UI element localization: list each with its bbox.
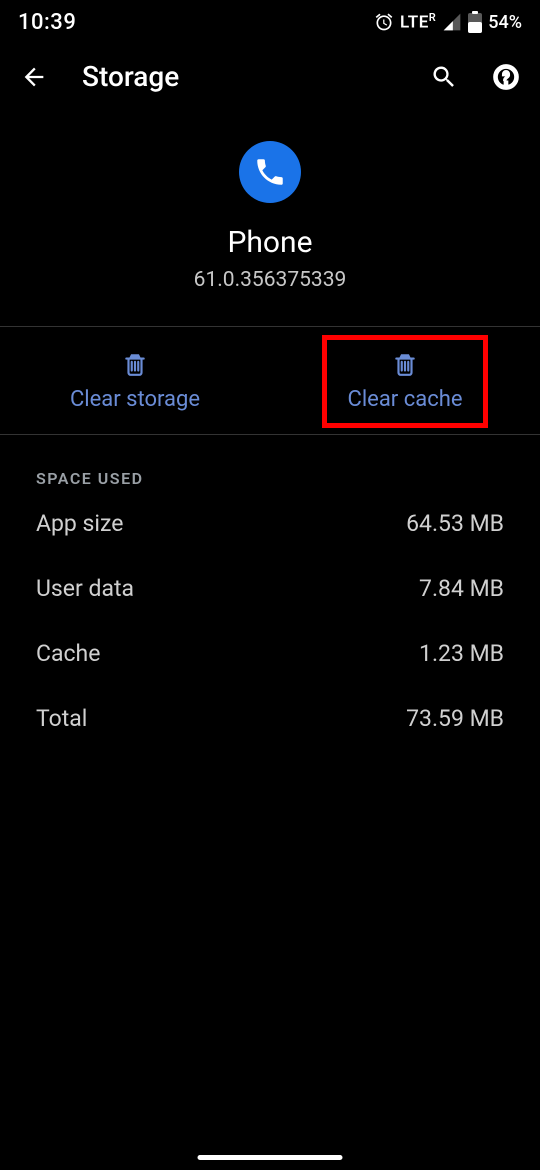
row-total: Total 73.59 MB xyxy=(36,705,504,732)
row-cache: Cache 1.23 MB xyxy=(36,640,504,667)
trash-icon xyxy=(392,351,418,377)
section-header: SPACE USED xyxy=(36,469,504,488)
space-used-section: SPACE USED App size 64.53 MB User data 7… xyxy=(0,435,540,732)
page-title: Storage xyxy=(82,60,396,93)
clear-storage-button[interactable]: Clear storage xyxy=(0,327,270,434)
app-header: Phone 61.0.356375339 xyxy=(0,113,540,326)
status-right: LTER 54% xyxy=(374,11,522,33)
row-app-size: App size 64.53 MB xyxy=(36,510,504,537)
battery-icon xyxy=(468,11,482,33)
row-value: 73.59 MB xyxy=(406,705,504,732)
phone-icon xyxy=(253,155,287,189)
search-icon[interactable] xyxy=(430,63,458,91)
clear-storage-label: Clear storage xyxy=(70,387,200,412)
clear-cache-label: Clear cache xyxy=(348,387,463,412)
battery-percentage: 54% xyxy=(488,12,522,33)
trash-icon xyxy=(122,351,148,377)
row-label: Total xyxy=(36,705,87,732)
network-label: LTER xyxy=(400,11,436,33)
app-name: Phone xyxy=(0,225,540,260)
highlight-box xyxy=(322,335,488,428)
status-time: 10:39 xyxy=(18,10,76,35)
back-icon[interactable] xyxy=(20,63,48,91)
clear-cache-button[interactable]: Clear cache xyxy=(270,327,540,434)
status-bar: 10:39 LTER 54% xyxy=(0,0,540,40)
nav-indicator[interactable] xyxy=(198,1155,343,1160)
row-label: User data xyxy=(36,575,134,602)
row-value: 7.84 MB xyxy=(419,575,504,602)
row-value: 64.53 MB xyxy=(406,510,504,537)
signal-icon xyxy=(442,12,462,32)
app-icon xyxy=(239,141,301,203)
row-value: 1.23 MB xyxy=(419,640,504,667)
row-user-data: User data 7.84 MB xyxy=(36,575,504,602)
toolbar: Storage xyxy=(0,40,540,113)
help-icon[interactable] xyxy=(492,63,520,91)
alarm-icon xyxy=(374,12,394,32)
app-version: 61.0.356375339 xyxy=(0,268,540,292)
row-label: App size xyxy=(36,510,123,537)
action-row: Clear storage Clear cache xyxy=(0,326,540,435)
row-label: Cache xyxy=(36,640,100,667)
